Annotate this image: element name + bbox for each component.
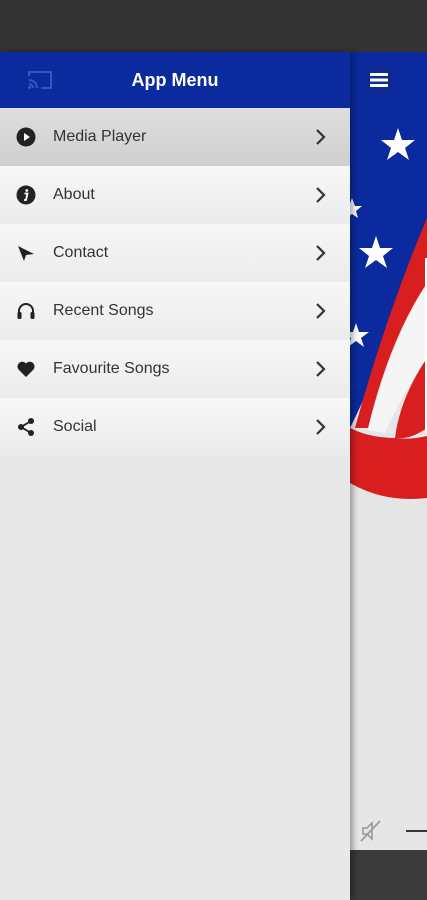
content-header [350, 52, 427, 108]
menu-item-label: Media Player [53, 128, 147, 145]
menu-item-about[interactable]: About [0, 166, 350, 224]
play-circle-icon [16, 127, 36, 147]
volume-slider[interactable] [406, 830, 427, 832]
chevron-right-icon [311, 301, 331, 321]
menu-item-label: Recent Songs [53, 302, 154, 319]
cast-icon [28, 71, 52, 89]
drawer-title: App Menu [131, 69, 219, 90]
drawer-header: App Menu [0, 52, 350, 108]
chevron-right-icon [311, 243, 331, 263]
chevron-right-icon [311, 185, 331, 205]
player-controls [350, 802, 427, 852]
menu-item-label: Social [53, 418, 97, 435]
menu-list: Media Player About Contact Recent Songs … [0, 108, 350, 456]
menu-item-favourite-songs[interactable]: Favourite Songs [0, 340, 350, 398]
hamburger-menu-button[interactable] [364, 65, 394, 95]
menu-item-recent-songs[interactable]: Recent Songs [0, 282, 350, 340]
chevron-right-icon [311, 359, 331, 379]
bottom-bar [350, 850, 427, 900]
heart-icon [16, 359, 36, 379]
menu-item-label: Contact [53, 244, 109, 261]
headphones-icon [16, 301, 36, 321]
send-icon [16, 243, 36, 263]
hamburger-menu-icon [370, 73, 388, 87]
mute-icon[interactable] [358, 818, 384, 844]
status-bar [0, 0, 427, 52]
flag-image [350, 108, 427, 508]
info-icon [16, 185, 36, 205]
navigation-drawer: App Menu Media Player About Contact Rece… [0, 52, 350, 900]
menu-item-media-player[interactable]: Media Player [0, 108, 350, 166]
menu-item-label: About [53, 186, 95, 203]
menu-item-contact[interactable]: Contact [0, 224, 350, 282]
chevron-right-icon [311, 417, 331, 437]
chevron-right-icon [311, 127, 331, 147]
main-content [350, 52, 427, 900]
cast-button[interactable] [26, 68, 54, 92]
share-icon [16, 417, 36, 437]
menu-item-social[interactable]: Social [0, 398, 350, 456]
menu-item-label: Favourite Songs [53, 360, 170, 377]
